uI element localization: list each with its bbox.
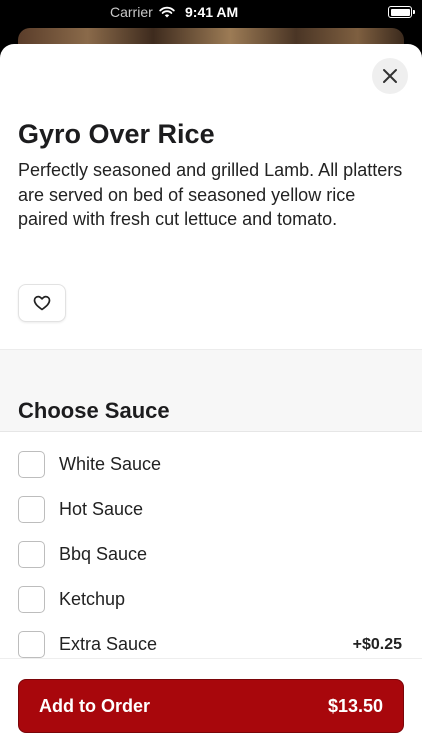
status-bar: Carrier 9:41 AM [0,0,422,26]
option-row-ketchup[interactable]: Ketchup [0,577,422,622]
section-title: Choose Sauce [18,398,170,423]
option-label: Extra Sauce [59,634,158,654]
add-to-order-button[interactable]: Add to Order $13.50 [18,679,404,733]
checkbox[interactable] [18,541,45,568]
wifi-icon [159,6,175,18]
option-row-white-sauce[interactable]: White Sauce [0,442,422,487]
battery-fill [390,8,410,16]
battery-icon [388,6,415,18]
sauce-options-list: White Sauce Hot Sauce Bbq Sauce Ketchup … [0,442,422,667]
checkbox[interactable] [18,496,45,523]
option-label: White Sauce [59,454,162,474]
order-total-price: $13.50 [327,695,383,716]
status-time: 9:41 AM [185,4,239,20]
carrier-label: Carrier [110,4,153,20]
add-to-order-label: Add to Order [39,695,150,716]
close-button[interactable] [372,58,408,94]
item-title: Gyro Over Rice [18,119,215,149]
heart-icon [33,295,51,311]
option-row-hot-sauce[interactable]: Hot Sauce [0,487,422,532]
checkbox[interactable] [18,451,45,478]
bottom-action-bar: Add to Order $13.50 [0,658,422,750]
status-left: Carrier [110,4,175,20]
option-row-bbq-sauce[interactable]: Bbq Sauce [0,532,422,577]
option-price: +$0.25 [352,635,402,653]
favorite-button[interactable] [18,284,66,322]
option-label: Ketchup [59,589,126,609]
item-detail-sheet: Gyro Over Rice Perfectly seasoned and gr… [0,44,422,750]
option-label: Hot Sauce [59,499,144,519]
item-description: Perfectly seasoned and grilled Lamb. All… [18,160,403,229]
close-icon [383,69,397,83]
sauce-section-header: Choose Sauce [0,349,422,432]
option-label: Bbq Sauce [59,544,148,564]
checkbox[interactable] [18,631,45,658]
checkbox[interactable] [18,586,45,613]
